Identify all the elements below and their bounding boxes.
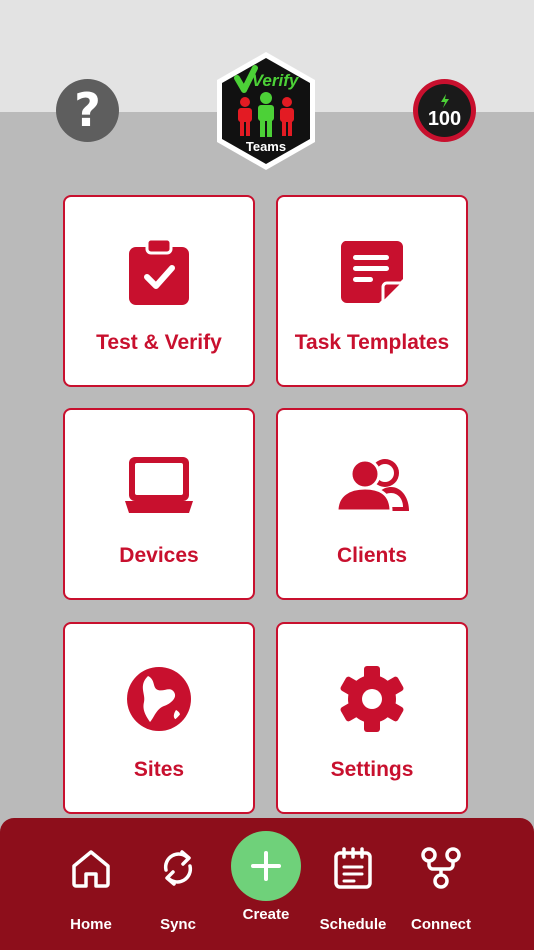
tile-devices[interactable]: Devices [63,408,255,600]
lightning-icon [440,94,449,108]
sync-icon [158,846,198,890]
tab-label: Home [70,916,112,933]
tab-create[interactable]: Create [221,831,311,923]
gear-icon [339,664,405,734]
tile-settings[interactable]: Settings [276,622,468,814]
tile-label: Task Templates [294,331,450,354]
tile-label: Clients [336,544,407,567]
plus-icon [251,851,281,881]
clipboard-check-icon [129,237,189,307]
help-button[interactable]: ? [56,79,119,142]
verify-teams-logo: Verify Teams [211,50,321,172]
tab-connect[interactable]: Connect [396,846,486,933]
tab-sync[interactable]: Sync [133,846,223,933]
score-value: 100 [427,108,462,130]
tab-label: Schedule [319,916,387,933]
users-icon [335,450,409,520]
home-icon [70,846,112,890]
tab-home[interactable]: Home [46,846,136,933]
tab-label: Sync [160,916,196,933]
tab-schedule[interactable]: Schedule [308,846,398,933]
tab-label: Create [242,906,290,923]
globe-icon [126,664,192,734]
laptop-icon [123,450,195,520]
tab-label: Connect [411,916,471,933]
tile-sites[interactable]: Sites [63,622,255,814]
score-badge[interactable]: 100 [413,79,476,142]
document-template-icon [339,237,405,307]
tile-label: Sites [133,758,185,781]
tile-label: Devices [119,544,199,567]
svg-text:Teams: Teams [246,139,286,154]
tile-label: Settings [330,758,414,781]
svg-text:Verify: Verify [252,71,300,90]
score-inner: 100 [418,84,471,137]
question-mark-icon: ? [74,82,101,137]
tile-clients[interactable]: Clients [276,408,468,600]
bottom-tab-bar: Home Sync Create Schedule Connect [0,818,534,950]
tile-test-verify[interactable]: Test & Verify [63,195,255,387]
create-button[interactable] [231,831,301,901]
schedule-icon [333,846,373,890]
tile-label: Test & Verify [96,331,222,354]
tile-task-templates[interactable]: Task Templates [276,195,468,387]
connect-icon [420,846,462,890]
